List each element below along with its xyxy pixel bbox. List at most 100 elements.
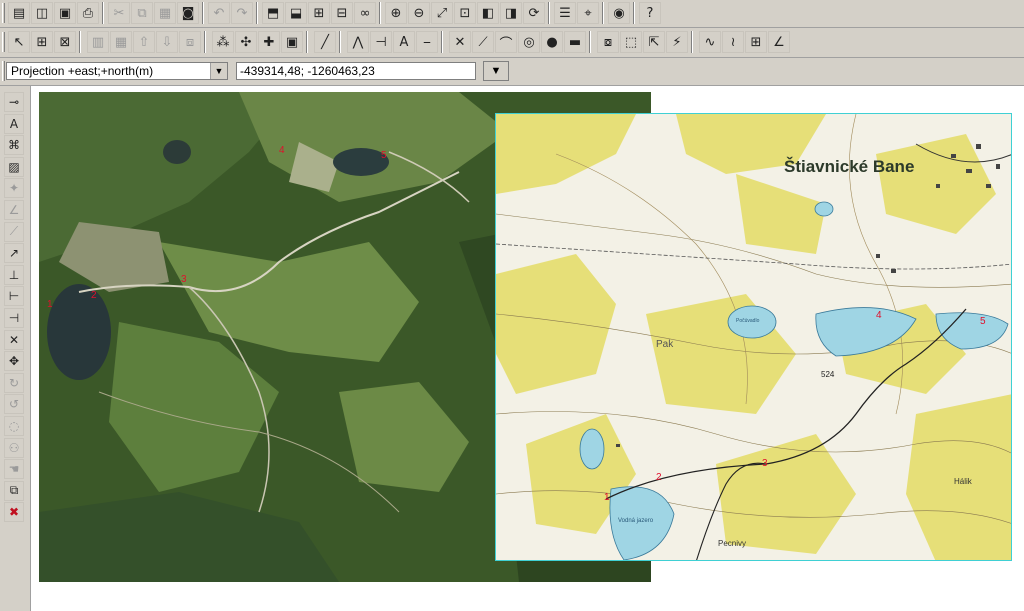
dot-icon[interactable]: ● [541,31,563,53]
select-arrow-icon[interactable]: ↖ [8,31,30,53]
properties-icon[interactable]: ☰ [554,2,576,24]
copy-icon[interactable]: ⧉ [131,2,153,24]
add-point-icon[interactable]: ⁂ [212,31,234,53]
toolbar-separator [79,31,81,53]
export-image-icon[interactable]: ⬓ [285,2,307,24]
image-tool-icon[interactable]: ▨ [4,156,24,177]
projection-select[interactable]: Projection +east;+north(m) ▼ [6,62,228,80]
layer-link-icon[interactable]: ∞ [354,2,376,24]
rotate-b-icon[interactable]: ↺ [4,394,24,415]
georef-icon[interactable]: ⌖ [577,2,599,24]
angle-icon[interactable]: ∠ [768,31,790,53]
map-canvas[interactable]: 1 2 3 4 5 Štiavnické Bane 524 Pak Počúva… [31,86,1024,611]
delete-point-icon[interactable]: ✕ [4,329,24,350]
close-tool-icon[interactable]: ✖ [4,502,24,523]
toolbar-separator [379,2,381,24]
gcp-b-icon[interactable]: ⊣ [4,308,24,328]
marker-label: 5 [381,150,387,161]
new-project-icon[interactable]: ▤ [8,2,30,24]
zoom-refresh-icon[interactable]: ⟳ [523,2,545,24]
globe-icon[interactable]: ◉ [608,2,630,24]
segment-icon[interactable]: ⟋ [472,31,494,53]
coordinate-input[interactable]: -439314,48; -1260463,23 [236,62,476,80]
tick-icon[interactable]: ⊣ [370,31,392,53]
place-label: Hálik [954,477,973,486]
text-tool-icon[interactable]: A [4,113,24,134]
select-grid-icon[interactable]: ⊞ [31,31,53,53]
cut-icon[interactable]: ✂ [108,2,130,24]
label-tool-icon[interactable]: ⌘ [4,135,24,156]
toolbar-grip[interactable] [2,61,5,81]
baseline-icon[interactable]: ⎯ [416,31,438,53]
help-icon[interactable]: ? [639,2,661,24]
add-node-icon[interactable]: ✚ [258,31,280,53]
line-tool-icon[interactable]: ⊸ [4,92,24,112]
hand-tool-icon[interactable]: ☚ [4,459,24,480]
coordinate-dropdown-button[interactable]: ▼ [483,61,509,81]
table-b-icon[interactable]: ▦ [110,31,132,53]
arc-icon[interactable]: ⌒ [495,31,517,53]
import-image-icon[interactable]: ⬒ [262,2,284,24]
dash-icon[interactable]: ▬ [564,31,586,53]
save-project-icon[interactable]: ▣ [54,2,76,24]
redo-icon[interactable]: ↷ [231,2,253,24]
zoom-fit-icon[interactable]: ⤢ [431,2,453,24]
toolbar-separator [548,2,550,24]
layer-props-icon[interactable]: ⊟ [331,2,353,24]
zoom-out-icon[interactable]: ⊖ [408,2,430,24]
group-tool-icon[interactable]: ⚇ [4,437,24,458]
curve-a-icon[interactable]: ∿ [699,31,721,53]
angle-tool-icon[interactable]: ∠ [4,200,24,220]
toolbar-separator [589,31,591,53]
move-up-icon[interactable]: ⇧ [133,31,155,53]
topographic-map-graphic: Štiavnické Bane 524 Pak Počúvadlo Vodná … [496,114,1011,560]
point-tool-icon[interactable]: ✦ [4,178,24,199]
place-label: Pecnivy [718,539,746,548]
line-icon[interactable]: ╱ [314,31,336,53]
deselect-grid-icon[interactable]: ⊠ [54,31,76,53]
gcp-a-icon[interactable]: ⊢ [4,286,24,307]
cross-icon[interactable]: ✕ [449,31,471,53]
toolbar-grip[interactable] [2,32,5,52]
chevron-down-icon[interactable]: ▼ [210,63,227,79]
copy-tool-icon[interactable]: ⧉ [4,480,24,501]
undo-icon[interactable]: ↶ [208,2,230,24]
transform-icon[interactable]: ⇱ [643,31,665,53]
lasso-tool-icon[interactable]: ◌ [4,416,24,436]
move-down-icon[interactable]: ⇩ [156,31,178,53]
screenshot-icon[interactable]: ◙ [177,2,199,24]
select-frame-icon[interactable]: ⬚ [620,31,642,53]
open-project-icon[interactable]: ◫ [31,2,53,24]
zoom-next-icon[interactable]: ◨ [500,2,522,24]
table-a-icon[interactable]: ▥ [87,31,109,53]
rotate-tool-icon[interactable]: ↻ [4,372,24,393]
marker-label: 2 [656,472,662,483]
topo-title: Štiavnické Bane [784,157,914,176]
pan-tool-icon[interactable]: ✥ [4,351,24,372]
merge-icon[interactable]: ⧈ [179,31,201,53]
project-tool-icon[interactable]: ⧇ [597,31,619,53]
add-vertex-icon[interactable]: ✣ [235,31,257,53]
arrow-tool-icon[interactable]: ↗ [4,243,24,264]
text-label-icon[interactable]: A [393,31,415,53]
align-tool-icon[interactable]: ⊥ [4,264,24,285]
toolbar-grip[interactable] [2,3,5,23]
paste-icon[interactable]: ▦ [154,2,176,24]
curve-b-icon[interactable]: ≀ [722,31,744,53]
zoom-previous-icon[interactable]: ◧ [477,2,499,24]
marker-label: 4 [876,310,882,321]
toolbar-separator [441,31,443,53]
print-icon[interactable]: ⎙ [77,2,99,24]
toolbar-separator [256,2,258,24]
measure-tool-icon[interactable]: ⟋ [4,221,24,242]
layout-icon[interactable]: ⊞ [745,31,767,53]
toolbar-separator [306,31,308,53]
ring-icon[interactable]: ◎ [518,31,540,53]
polyline-icon[interactable]: ⋀ [347,31,369,53]
map-frame-icon[interactable]: ▣ [281,31,303,53]
zoom-in-icon[interactable]: ⊕ [385,2,407,24]
layer-add-icon[interactable]: ⊞ [308,2,330,24]
zoom-window-icon[interactable]: ⊡ [454,2,476,24]
wand-icon[interactable]: ⚡ [666,31,688,53]
marker-label: 5 [980,316,986,327]
